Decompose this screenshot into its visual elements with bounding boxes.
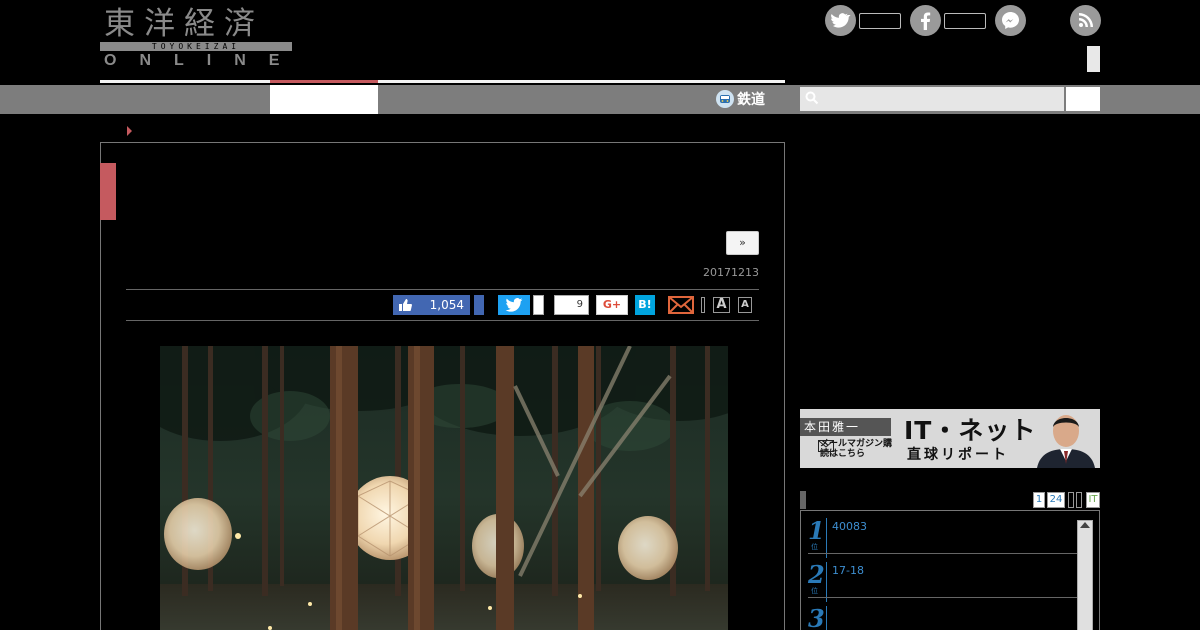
nav-active-indicator: [270, 80, 378, 83]
facebook-icon[interactable]: [910, 5, 941, 36]
nav-tab-active[interactable]: [270, 85, 378, 114]
rss-icon[interactable]: [1070, 5, 1101, 36]
ranking-number: 1: [808, 516, 825, 545]
ranking-separator: [808, 597, 1078, 598]
banner-title: IT・ネット: [904, 416, 1037, 445]
google-plus-button[interactable]: G+: [596, 295, 628, 315]
facebook-count-box: [944, 13, 986, 29]
facebook-share-button[interactable]: [474, 295, 484, 315]
rank-divider: [826, 562, 827, 602]
hatena-bookmark-button[interactable]: B!: [635, 295, 655, 315]
ranking-number: 2: [808, 560, 825, 589]
nav-item-rail[interactable]: 鉄道: [716, 88, 765, 110]
twitter-share-button[interactable]: [498, 295, 530, 315]
search-input[interactable]: [800, 87, 1064, 111]
ranking-tab-24[interactable]: 24: [1047, 492, 1065, 508]
twitter-icon[interactable]: [825, 5, 856, 36]
pocket-count[interactable]: 9: [554, 295, 589, 315]
site-logo[interactable]: 東洋経済 TOYOKEIZAI ONLINE: [100, 6, 292, 70]
breadcrumb-arrow-icon: [127, 126, 132, 136]
banner-author-name: 本田雅一: [800, 418, 891, 436]
search-icon: [805, 91, 819, 105]
article-date: 20171213: [703, 266, 759, 279]
banner-subtitle: 直球リポート: [907, 447, 1009, 463]
twitter-share-count: [533, 295, 544, 315]
logo-kanji: 東洋経済: [104, 6, 264, 42]
share-divider-bottom: [126, 320, 759, 321]
title-accent-bar: [100, 163, 116, 220]
ranking-title[interactable]: 40083: [832, 520, 867, 533]
article-photo: [160, 346, 728, 630]
facebook-like-count: 1,054: [429, 298, 464, 312]
next-page-button[interactable]: »: [726, 231, 759, 255]
print-button[interactable]: [701, 297, 705, 313]
ranking-scrollbar[interactable]: [1077, 520, 1093, 630]
author-portrait: [1037, 415, 1095, 468]
train-icon: [716, 90, 734, 108]
header-login-box[interactable]: [1087, 46, 1100, 72]
ranking-title[interactable]: 17-18: [832, 564, 864, 577]
ranking-separator: [808, 553, 1078, 554]
ranking-tab-blank-2[interactable]: [1076, 492, 1082, 508]
rank-suffix-icon: 位: [811, 587, 818, 595]
logo-online: ONLINE: [104, 52, 303, 69]
search-button[interactable]: [1066, 87, 1100, 111]
facebook-like-button[interactable]: 1,054: [393, 295, 470, 315]
nav-rail-label: 鉄道: [737, 92, 765, 108]
font-size-large-button[interactable]: A: [713, 297, 730, 313]
nav-top-line: [100, 80, 785, 83]
thumbs-up-icon: [399, 299, 412, 311]
mail-icon[interactable]: [668, 296, 694, 314]
scroll-up-icon[interactable]: [1080, 522, 1090, 528]
newsletter-banner[interactable]: 本田雅一 メールマガジン購読はこちら IT・ネット 直球リポート: [800, 409, 1100, 468]
banner-mail-icon: [818, 440, 834, 452]
font-size-small-button[interactable]: A: [738, 297, 752, 313]
logo-band: TOYOKEIZAI: [100, 42, 292, 51]
ranking-tab-blank-1[interactable]: [1068, 492, 1074, 508]
rank-suffix-icon: 位: [811, 543, 818, 551]
twitter-count-box: [859, 13, 901, 29]
rank-divider: [826, 518, 827, 558]
ranking-header-bar: [800, 491, 806, 509]
ranking-tab-it[interactable]: IT: [1086, 492, 1100, 508]
ranking-tab-1[interactable]: 1: [1033, 492, 1045, 508]
ranking-number: 3: [808, 604, 825, 630]
share-divider-top: [126, 289, 759, 290]
messenger-icon[interactable]: [995, 5, 1026, 36]
rank-divider: [826, 606, 827, 630]
twitter-bird-icon: [505, 298, 523, 312]
